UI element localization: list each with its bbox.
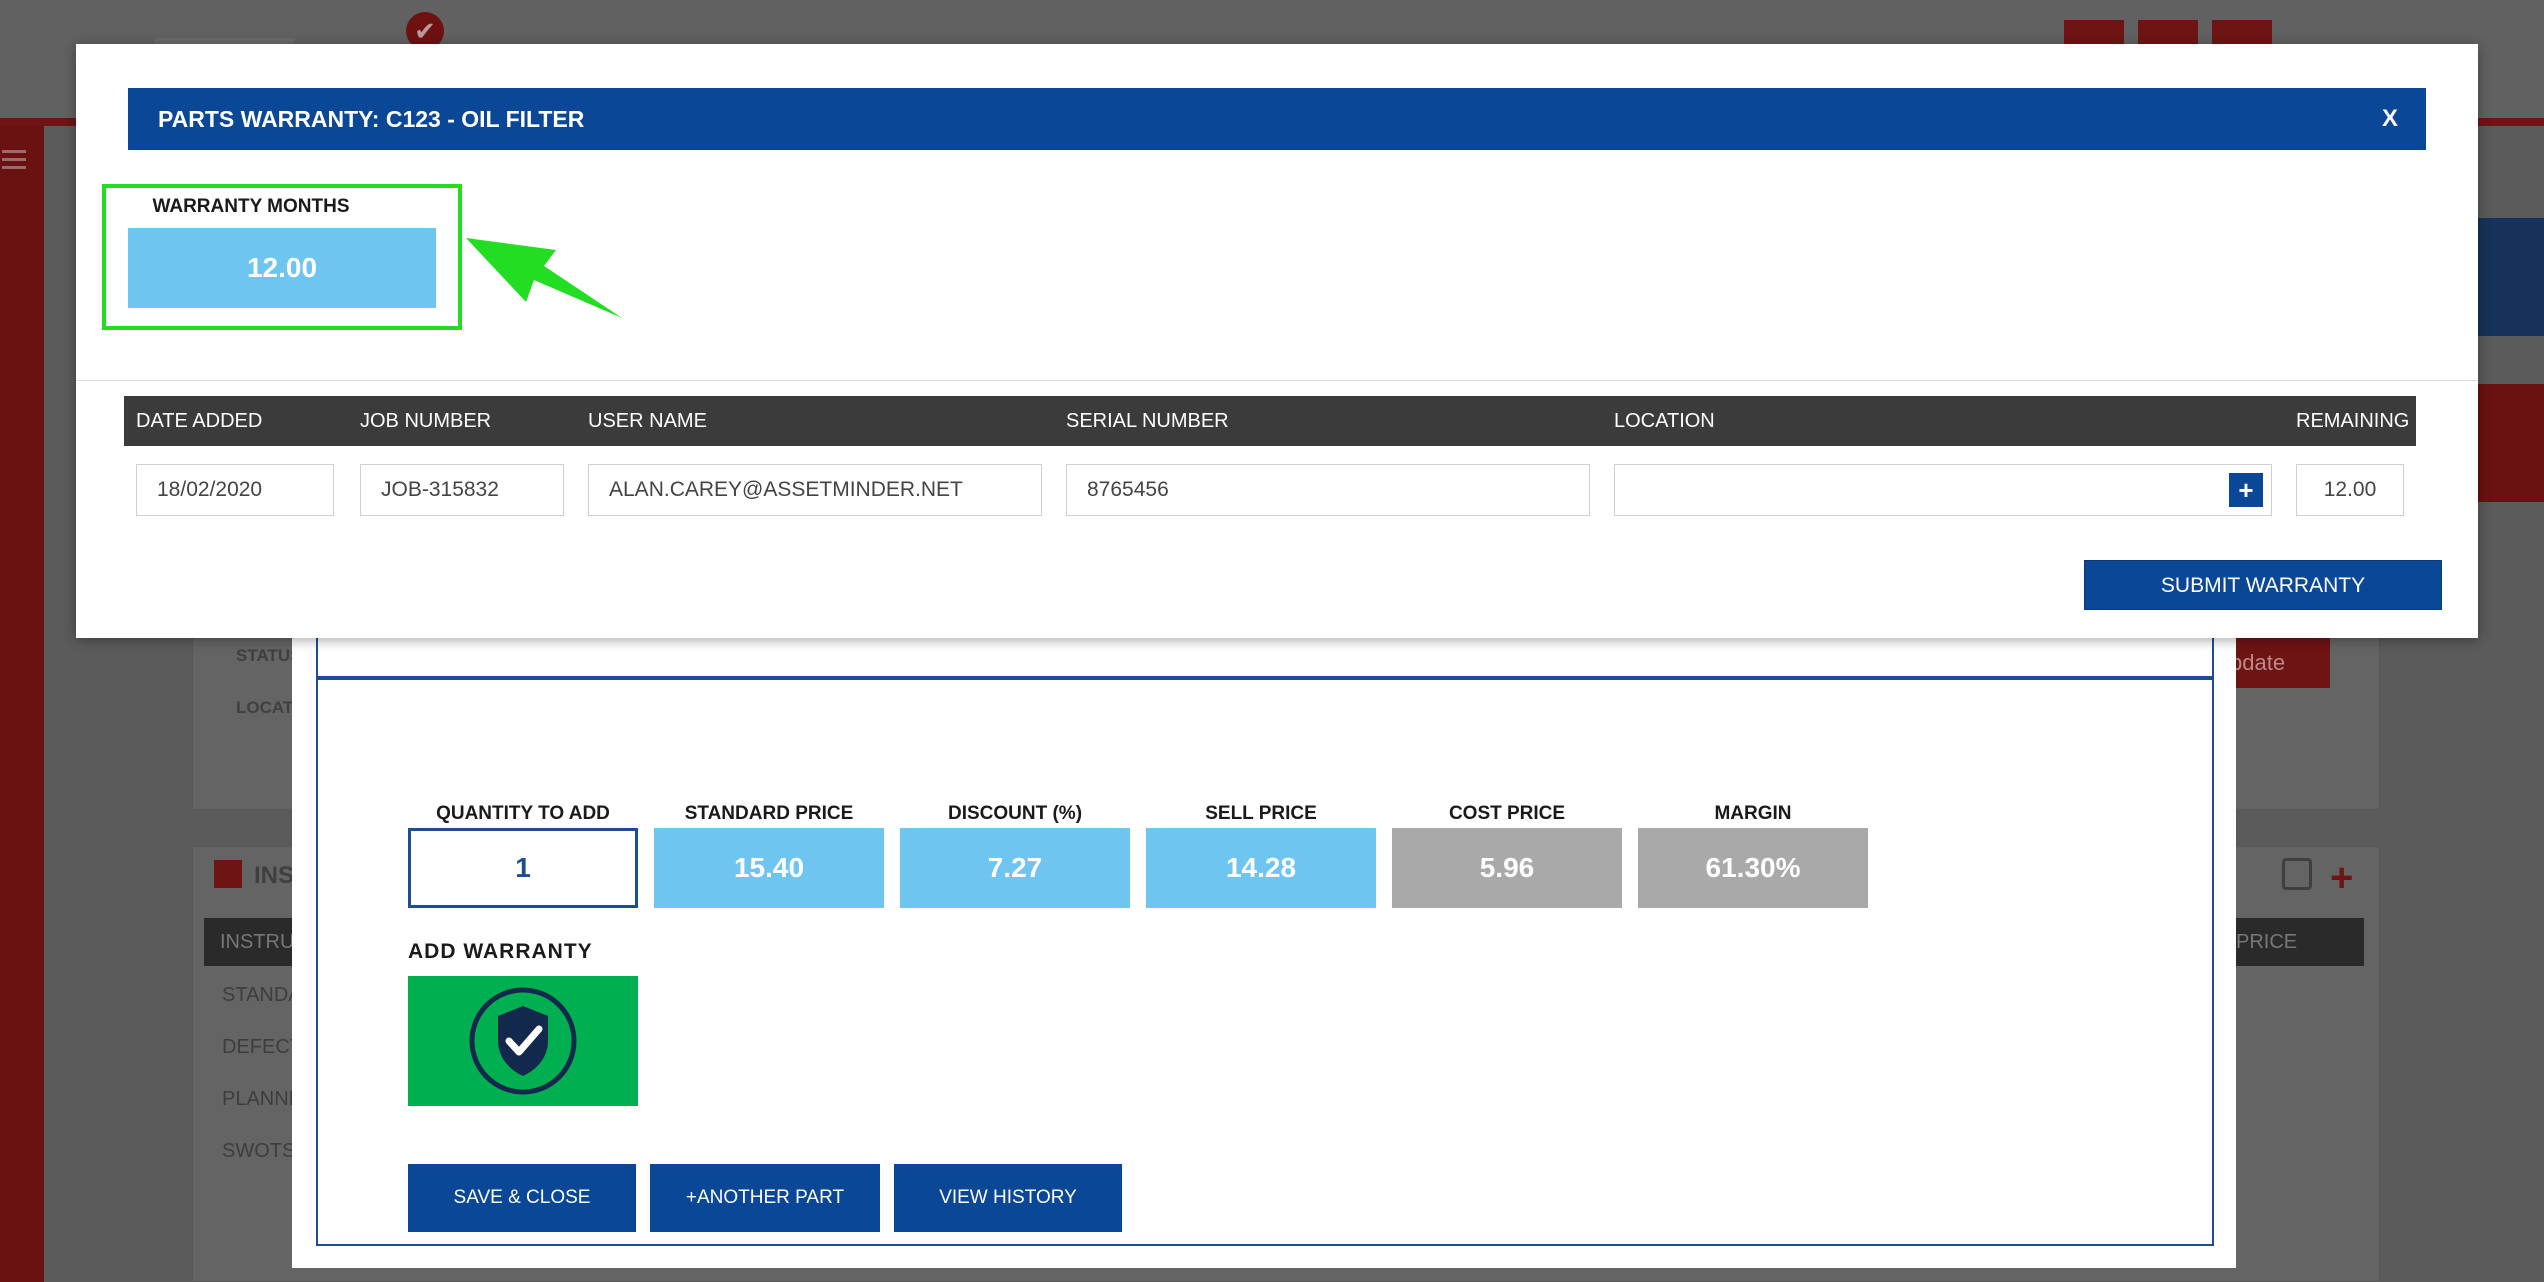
instructions-icon bbox=[214, 860, 242, 888]
another-part-button[interactable]: +ANOTHER PART bbox=[650, 1164, 880, 1232]
search-document-icon bbox=[2282, 858, 2312, 890]
margin-value: 61.30% bbox=[1638, 828, 1868, 908]
job-number-input[interactable] bbox=[360, 464, 564, 516]
background-shirt-tile-red bbox=[2474, 384, 2544, 502]
background-price-header: PRICE bbox=[2220, 918, 2364, 966]
column-date-added: DATE ADDED bbox=[136, 410, 263, 432]
margin-field: MARGIN 61.30% bbox=[1638, 800, 1868, 908]
cost-price-field: COST PRICE 5.96 bbox=[1392, 800, 1622, 908]
background-left-rail bbox=[0, 126, 44, 1282]
standard-price-value[interactable]: 15.40 bbox=[654, 828, 884, 908]
parts-dialog-frame: QUANTITY TO ADD STANDARD PRICE 15.40 DIS… bbox=[316, 678, 2214, 1246]
quantity-label: QUANTITY TO ADD bbox=[436, 803, 610, 824]
cost-price-label: COST PRICE bbox=[1448, 803, 1566, 824]
background-row: SWOTS bbox=[222, 1140, 296, 1162]
parts-dialog: QUANTITY TO ADD STANDARD PRICE 15.40 DIS… bbox=[292, 620, 2236, 1268]
discount-value[interactable]: 7.27 bbox=[900, 828, 1130, 908]
background-location-label: LOCATI bbox=[236, 698, 299, 717]
hamburger-icon bbox=[2, 150, 26, 170]
serial-number-input[interactable] bbox=[1066, 464, 1590, 516]
warranty-months-value[interactable]: 12.00 bbox=[128, 228, 436, 308]
background-shirt-tile-blue bbox=[2474, 218, 2544, 336]
background-row: STANDA bbox=[222, 984, 302, 1006]
standard-price-label: STANDARD PRICE bbox=[684, 803, 854, 824]
plus-icon: + bbox=[2330, 856, 2354, 900]
add-location-button[interactable]: + bbox=[2229, 473, 2263, 507]
modal-divider bbox=[76, 380, 2478, 381]
column-serial-number: SERIAL NUMBER bbox=[1066, 410, 1229, 432]
submit-warranty-button[interactable]: SUBMIT WARRANTY bbox=[2084, 560, 2442, 610]
warranty-months-label: WARRANTY MONTHS bbox=[152, 196, 350, 217]
date-added-input[interactable] bbox=[136, 464, 334, 516]
modal-title: PARTS WARRANTY: C123 - OIL FILTER bbox=[158, 106, 585, 132]
column-job-number: JOB NUMBER bbox=[360, 410, 492, 432]
background-row: PLANNE bbox=[222, 1088, 303, 1110]
modal-header: PARTS WARRANTY: C123 - OIL FILTER X bbox=[128, 88, 2426, 150]
remaining-input[interactable] bbox=[2296, 464, 2404, 516]
add-warranty-button[interactable] bbox=[408, 976, 638, 1106]
green-arrow-icon bbox=[466, 238, 622, 318]
discount-label: DISCOUNT (%) bbox=[947, 803, 1083, 824]
cost-price-value: 5.96 bbox=[1392, 828, 1622, 908]
sell-price-label: SELL PRICE bbox=[1205, 803, 1317, 824]
discount-field: DISCOUNT (%) 7.27 bbox=[900, 800, 1130, 908]
quantity-input[interactable] bbox=[408, 828, 638, 908]
standard-price-field: STANDARD PRICE 15.40 bbox=[654, 800, 884, 908]
quantity-field: QUANTITY TO ADD bbox=[408, 800, 638, 908]
close-button[interactable]: X bbox=[2382, 88, 2398, 150]
sell-price-field: SELL PRICE 14.28 bbox=[1146, 800, 1376, 908]
view-history-button[interactable]: VIEW HISTORY bbox=[894, 1164, 1122, 1232]
user-name-input[interactable] bbox=[588, 464, 1042, 516]
column-user-name: USER NAME bbox=[588, 410, 707, 432]
parts-warranty-modal: PARTS WARRANTY: C123 - OIL FILTER X WARR… bbox=[76, 44, 2478, 638]
add-warranty-label: ADD WARRANTY bbox=[408, 940, 593, 963]
shield-check-icon bbox=[469, 987, 577, 1095]
column-location: LOCATION bbox=[1614, 410, 1715, 432]
background-row: DEFECT bbox=[222, 1036, 302, 1058]
warranty-table-header: DATE ADDED JOB NUMBER USER NAME SERIAL N… bbox=[124, 396, 2416, 446]
sell-price-value[interactable]: 14.28 bbox=[1146, 828, 1376, 908]
location-input[interactable]: + bbox=[1614, 464, 2272, 516]
column-remaining: REMAINING bbox=[2296, 410, 2410, 432]
save-close-button[interactable]: SAVE & CLOSE bbox=[408, 1164, 636, 1232]
background-instructions-title: INS bbox=[254, 862, 295, 889]
margin-label: MARGIN bbox=[1714, 803, 1792, 824]
